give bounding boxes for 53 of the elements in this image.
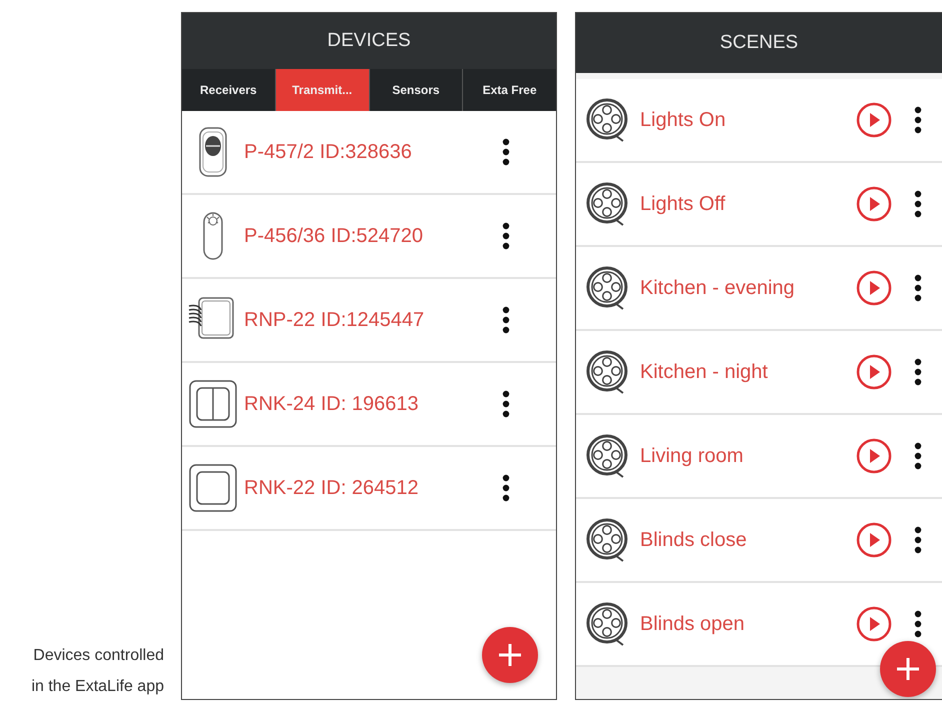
play-button[interactable] <box>856 102 892 138</box>
more-options-icon[interactable] <box>914 274 922 302</box>
device-name: RNK-24 ID: 196613 <box>244 392 420 416</box>
pendant-remote-icon <box>203 212 223 260</box>
tab[interactable]: Receivers <box>182 69 275 111</box>
play-button[interactable] <box>856 354 892 390</box>
device-row[interactable]: P-456/36 ID:524720 <box>182 195 556 279</box>
more-options-icon[interactable] <box>914 358 922 386</box>
scene-name: Kitchen - night <box>640 360 769 384</box>
more-options-icon[interactable] <box>502 222 510 250</box>
add-button[interactable] <box>480 625 540 685</box>
scene-row[interactable]: Blinds close <box>576 499 942 583</box>
scene-row[interactable]: Lights Off <box>576 163 942 247</box>
figure-caption: Devices controlled in the ExtaLife app <box>30 646 164 697</box>
single-switch-icon <box>187 462 239 514</box>
more-options-icon[interactable] <box>914 106 922 134</box>
device-row[interactable]: RNK-24 ID: 196613 <box>182 363 556 447</box>
more-options-icon[interactable] <box>914 190 922 218</box>
play-button[interactable] <box>856 186 892 222</box>
screen-title: SCENES <box>576 13 942 73</box>
device-name: P-456/36 ID:524720 <box>244 224 424 248</box>
scene-name: Living room <box>640 444 744 468</box>
scene-row[interactable]: Kitchen - night <box>576 331 942 415</box>
device-name: P-457/2 ID:328636 <box>244 140 413 164</box>
add-button[interactable] <box>878 639 938 699</box>
device-name: RNK-22 ID: 264512 <box>244 476 420 500</box>
scene-name: Blinds close <box>640 528 748 552</box>
scene-name: Lights On <box>640 108 727 132</box>
scene-name: Lights Off <box>640 192 726 216</box>
remote-icon <box>199 127 227 177</box>
device-row[interactable]: P-457/2 ID:328636 <box>182 111 556 195</box>
more-options-icon[interactable] <box>914 610 922 638</box>
device-row[interactable]: RNK-22 ID: 264512 <box>182 447 556 531</box>
device-name: RNP-22 ID:1245447 <box>244 308 426 332</box>
more-options-icon[interactable] <box>914 442 922 470</box>
double-switch-icon <box>187 378 239 430</box>
play-button[interactable] <box>856 438 892 474</box>
screen-title: DEVICES <box>182 13 556 69</box>
scene-row[interactable]: Living room <box>576 415 942 499</box>
play-button[interactable] <box>856 606 892 642</box>
more-options-icon[interactable] <box>914 526 922 554</box>
scene-row[interactable]: Kitchen - evening <box>576 247 942 331</box>
more-options-icon[interactable] <box>502 306 510 334</box>
device-row[interactable]: RNP-22 ID:1245447 <box>182 279 556 363</box>
more-options-icon[interactable] <box>502 138 510 166</box>
scene-row[interactable]: Lights On <box>576 79 942 163</box>
play-button[interactable] <box>856 270 892 306</box>
scene-name: Blinds open <box>640 612 746 636</box>
more-options-icon[interactable] <box>502 390 510 418</box>
play-button[interactable] <box>856 522 892 558</box>
tab[interactable]: Transmit... <box>274 69 368 111</box>
scene-name: Kitchen - evening <box>640 276 796 300</box>
more-options-icon[interactable] <box>502 474 510 502</box>
